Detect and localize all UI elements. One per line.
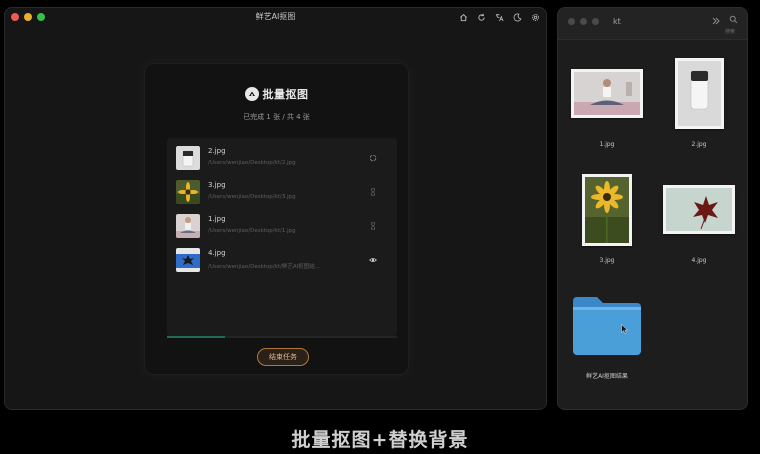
file-thumbnail: [176, 146, 200, 170]
file-list: 2.jpg /Users/wenjiao/Desktop/kt/2.jpg 3.…: [167, 138, 397, 336]
file-row: 2.jpg /Users/wenjiao/Desktop/kt/2.jpg: [176, 146, 386, 172]
end-task-button[interactable]: 结束任务: [257, 348, 309, 366]
progress-bar: [167, 336, 397, 338]
app-titlebar: 鲜艺AI抠图: [5, 8, 546, 26]
hourglass-icon: [368, 187, 378, 197]
brand-logo-icon: [244, 87, 259, 101]
finder-close-button[interactable]: [568, 18, 575, 25]
eye-icon[interactable]: [368, 255, 378, 265]
mouse-pointer-icon: [621, 324, 628, 334]
app-window: 鲜艺AI抠图 批量抠图 已完成 1 张 / 共 4 张 2.jpg /Users…: [4, 7, 547, 410]
chevron-double-right-icon[interactable]: [711, 16, 721, 26]
file-row: 4.jpg /Users/wenjiao/Desktop/kt/鲜艺AI抠图结.…: [176, 248, 386, 274]
file-thumbnail: [176, 214, 200, 238]
toolbar: [458, 12, 540, 22]
search-icon[interactable]: [729, 15, 738, 24]
brand: 批量抠图: [145, 86, 408, 102]
file-name: 4.jpg: [208, 249, 226, 257]
translate-icon[interactable]: [494, 12, 504, 22]
file-name: 3.jpg: [208, 181, 226, 189]
file-name: 2.jpg: [208, 147, 226, 155]
batch-dialog: 批量抠图 已完成 1 张 / 共 4 张 2.jpg /Users/wenjia…: [144, 63, 409, 375]
finder-zoom-button[interactable]: [592, 18, 599, 25]
file-icon-2[interactable]: [675, 58, 724, 129]
folder-icon[interactable]: [571, 295, 643, 357]
finder-titlebar: kt 搜索: [558, 8, 747, 40]
file-icon-1[interactable]: [571, 69, 643, 118]
hourglass-icon: [368, 221, 378, 231]
finder-minimize-button[interactable]: [580, 18, 587, 25]
brand-name: 批量抠图: [262, 88, 309, 101]
file-label: 1.jpg: [599, 141, 615, 148]
file-icon-4[interactable]: [663, 185, 735, 234]
file-label: 3.jpg: [599, 257, 615, 264]
progress-text: 已完成 1 张 / 共 4 张: [243, 113, 310, 121]
file-path: /Users/wenjiao/Desktop/kt/3.jpg: [208, 194, 296, 200]
finder-title: kt: [613, 17, 621, 26]
finder-window-controls: [568, 18, 599, 25]
file-label: 2.jpg: [691, 141, 707, 148]
file-row: 1.jpg /Users/wenjiao/Desktop/kt/1.jpg: [176, 214, 386, 240]
file-thumbnail: [176, 180, 200, 204]
file-thumbnail: [176, 248, 200, 272]
file-label: 4.jpg: [691, 257, 707, 264]
loading-icon: [368, 153, 378, 163]
file-row: 3.jpg /Users/wenjiao/Desktop/kt/3.jpg: [176, 180, 386, 206]
refresh-icon[interactable]: [476, 12, 486, 22]
file-name: 1.jpg: [208, 215, 226, 223]
finder-window: kt 搜索 1.jpg 2.jpg 3.jpg 4.jpg 鲜艺AI抠图结果: [557, 7, 748, 410]
file-path: /Users/wenjiao/Desktop/kt/1.jpg: [208, 228, 296, 234]
gear-icon[interactable]: [530, 12, 540, 22]
home-icon[interactable]: [458, 12, 468, 22]
caption: 批量抠图+替换背景: [291, 429, 469, 451]
file-path: /Users/wenjiao/Desktop/kt/鲜艺AI抠图结...: [208, 264, 320, 270]
moon-icon[interactable]: [512, 12, 522, 22]
folder-label: 鲜艺AI抠图结果: [586, 373, 628, 380]
search-label: 搜索: [725, 29, 736, 35]
progress-bar-fill: [167, 336, 225, 338]
file-path: /Users/wenjiao/Desktop/kt/2.jpg: [208, 160, 296, 166]
file-icon-3[interactable]: [582, 174, 632, 246]
